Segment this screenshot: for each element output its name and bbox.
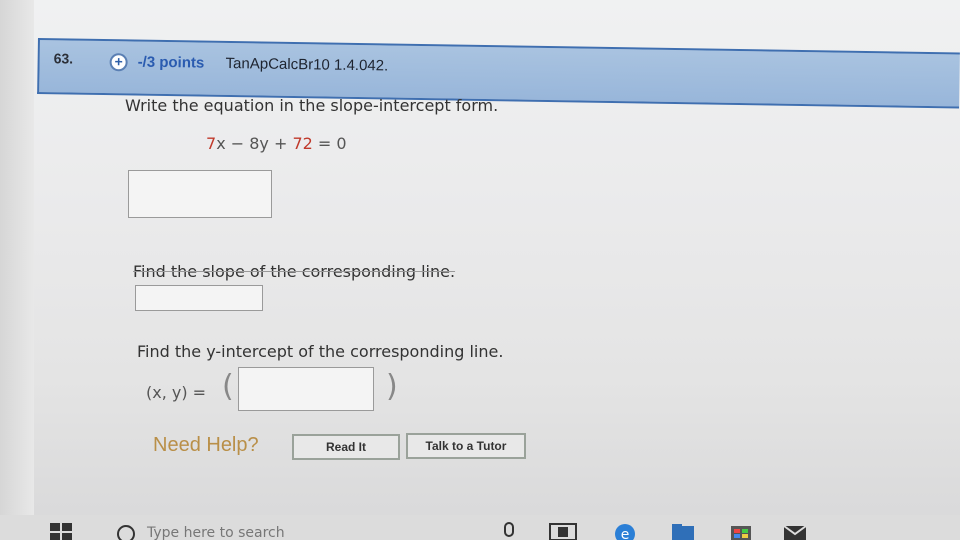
eq-middle: x − 8y +: [216, 134, 293, 153]
question-body: Write the equation in the slope-intercep…: [0, 0, 960, 540]
xy-label: (x, y) =: [146, 383, 207, 402]
cortana-icon[interactable]: [117, 525, 135, 540]
eq-coef-a: 7: [206, 134, 217, 153]
svg-text:e: e: [621, 527, 630, 540]
open-paren: (: [222, 369, 234, 404]
talk-to-tutor-button[interactable]: Talk to a Tutor: [406, 433, 526, 459]
slope-intercept-answer-input[interactable]: [128, 170, 272, 218]
need-help-label: Need Help?: [153, 434, 259, 456]
part1-prompt: Write the equation in the slope-intercep…: [125, 96, 499, 115]
edge-browser-icon[interactable]: e: [612, 522, 638, 540]
close-paren: ): [386, 369, 398, 404]
slope-answer-input[interactable]: [135, 285, 263, 311]
eq-end: = 0: [312, 134, 347, 153]
store-icon[interactable]: [728, 522, 754, 540]
part3-prompt: Find the y-intercept of the correspondin…: [137, 342, 504, 361]
windows-start-icon[interactable]: [50, 523, 72, 540]
eq-const: 72: [292, 134, 313, 153]
taskbar: Type here to search e: [0, 515, 960, 540]
taskbar-search-input[interactable]: Type here to search: [147, 525, 285, 540]
task-view-icon[interactable]: [548, 522, 578, 540]
microphone-icon[interactable]: [502, 522, 516, 540]
read-it-button[interactable]: Read It: [292, 434, 400, 460]
file-explorer-icon[interactable]: [670, 522, 696, 540]
y-intercept-answer-input[interactable]: [238, 367, 374, 411]
mail-icon[interactable]: [782, 522, 808, 540]
equation: 7x − 8y + 72 = 0: [206, 134, 347, 153]
part2-prompt: Find the slope of the corresponding line…: [133, 262, 456, 281]
